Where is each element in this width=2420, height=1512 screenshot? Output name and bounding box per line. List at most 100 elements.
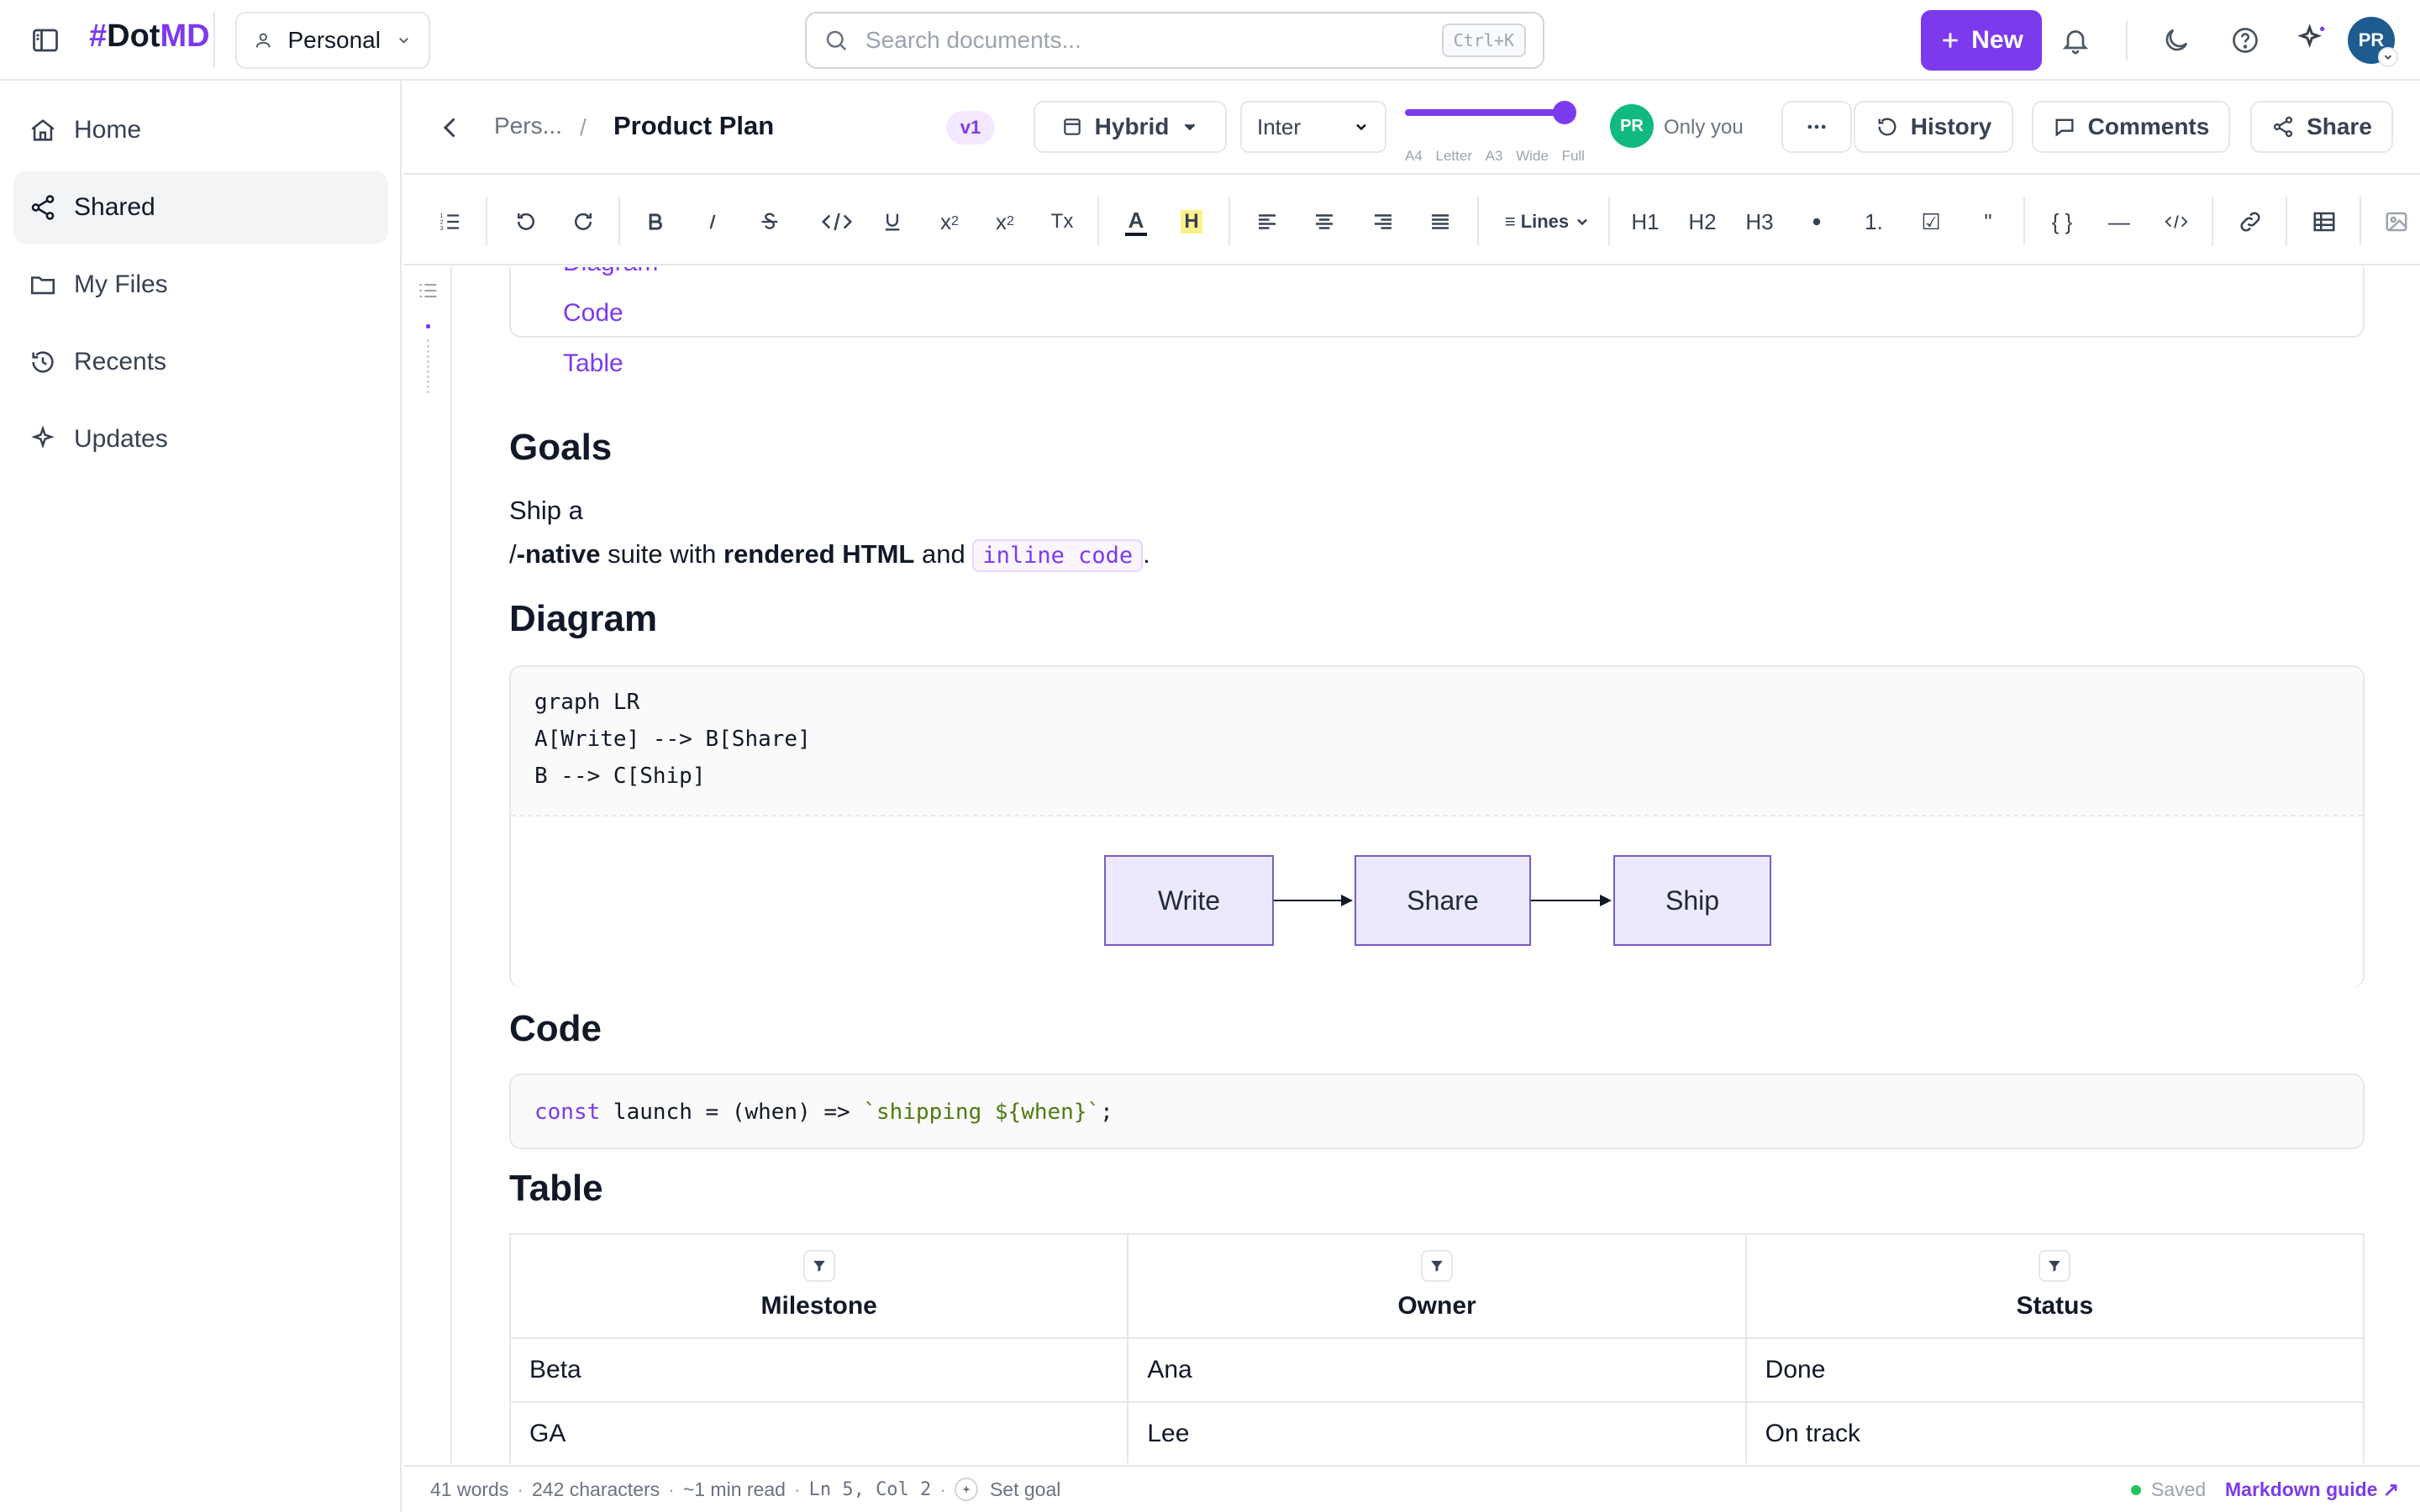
code-block[interactable]: const launch = (when) => `shipping ${whe… (509, 1074, 2365, 1149)
divider-button[interactable]: — (2101, 203, 2138, 240)
strikethrough-icon[interactable] (751, 203, 788, 240)
sidebar-toggle-icon[interactable] (30, 25, 60, 55)
help-icon[interactable] (2230, 25, 2260, 55)
quote-button[interactable]: " (1970, 203, 2007, 240)
new-document-button[interactable]: New (1921, 10, 2042, 71)
target-icon[interactable] (954, 1478, 978, 1501)
superscript-mark: 2 (951, 214, 959, 228)
text-color-button[interactable]: A (1118, 203, 1155, 240)
moon-icon[interactable] (2161, 25, 2191, 55)
diagram-edge-arrow (1531, 895, 1612, 906)
ordered-list-button[interactable]: 1. (1855, 203, 1892, 240)
underline-icon[interactable] (874, 203, 911, 240)
column-header-milestone[interactable]: Milestone (508, 1233, 1129, 1339)
toc-link[interactable]: Diagram (563, 267, 658, 277)
width-label-a4: A4 (1405, 148, 1423, 164)
text-run: / (509, 539, 517, 569)
subscript-mark: 2 (1007, 214, 1014, 228)
breadcrumb-parent[interactable]: Pers... (494, 113, 562, 139)
sidebar-item-home[interactable]: Home (13, 94, 388, 166)
sparkle-icon (31, 425, 55, 449)
editor-canvas[interactable]: Diagram Code Table Goals Ship a /-native… (454, 267, 2420, 1463)
line-spacing-dropdown[interactable]: ≡ Lines (1496, 203, 1600, 240)
toc-link[interactable]: Table (563, 349, 623, 378)
view-mode-dropdown[interactable]: Hybrid (1034, 101, 1227, 153)
image-icon[interactable] (2378, 203, 2415, 240)
table-cell[interactable]: GA (508, 1401, 1129, 1463)
column-header-status[interactable]: Status (1744, 1233, 2365, 1339)
redo-icon[interactable] (565, 203, 602, 240)
align-center-icon[interactable] (1306, 203, 1343, 240)
bold-icon[interactable] (637, 203, 674, 240)
page-width-slider[interactable]: A4 Letter A3 Wide Full (1405, 99, 1585, 164)
undo-icon[interactable] (508, 203, 544, 240)
version-badge[interactable]: v1 (946, 111, 995, 144)
divider (618, 197, 620, 245)
table-cell[interactable]: Lee (1127, 1401, 1747, 1463)
slider-track[interactable] (1405, 109, 1573, 116)
highlight-button[interactable]: H (1173, 203, 1210, 240)
align-left-icon[interactable] (1249, 203, 1286, 240)
toc-link[interactable]: Code (563, 299, 623, 328)
diagram-node-write: Write (1104, 855, 1274, 946)
presence-avatar[interactable]: PR (1610, 104, 1654, 148)
table-cell[interactable]: Ana (1127, 1337, 1747, 1403)
code-text: ; (1100, 1100, 1113, 1125)
share-button[interactable]: Share (2250, 101, 2393, 153)
html-embed-icon[interactable] (2158, 203, 2195, 240)
font-select[interactable]: Inter (1240, 101, 1386, 153)
table-cell[interactable]: Done (1744, 1337, 2365, 1403)
sidebar-item-updates[interactable]: Updates (13, 403, 388, 475)
filter-icon[interactable] (2039, 1250, 2071, 1282)
outline-icon[interactable] (417, 279, 440, 302)
set-goal-button[interactable]: Set goal (990, 1478, 1060, 1501)
heading1-button[interactable]: H1 (1627, 203, 1664, 240)
sidebar-item-label: My Files (74, 270, 168, 298)
table-icon[interactable] (2306, 203, 2343, 240)
ai-sparkle-icon[interactable] (2296, 22, 2326, 52)
column-header-owner[interactable]: Owner (1127, 1233, 1747, 1339)
view-mode-label: Hybrid (1094, 113, 1170, 139)
markdown-guide-link[interactable]: Markdown guide ↗ (2225, 1478, 2399, 1501)
search-input[interactable] (865, 27, 1425, 54)
history-button[interactable]: History (1854, 101, 2013, 153)
sidebar-item-my-files[interactable]: My Files (13, 249, 388, 321)
align-justify-icon[interactable] (1422, 203, 1459, 240)
checklist-button[interactable]: ☑ (1912, 203, 1949, 240)
back-arrow-icon[interactable] (435, 113, 466, 143)
sidebar-item-shared[interactable]: Shared (13, 171, 388, 244)
history-label: History (1910, 113, 1992, 139)
data-table[interactable]: Milestone Owner Status Beta Ana Done GA (508, 1233, 2365, 1463)
saved-label: Saved (2151, 1478, 2207, 1500)
code-block-button[interactable]: { } (2044, 203, 2081, 240)
slider-handle[interactable] (1553, 101, 1576, 124)
table-cell[interactable]: On track (1744, 1401, 2365, 1463)
bell-icon[interactable] (2060, 25, 2091, 55)
workspace-switcher[interactable]: Personal (235, 12, 430, 69)
app-logo[interactable]: #DotMD (89, 18, 210, 55)
mermaid-block[interactable]: graph LR A[Write] --> B[Share] B --> C[S… (509, 665, 2365, 988)
heading2-button[interactable]: H2 (1684, 203, 1721, 240)
comments-button[interactable]: Comments (2032, 101, 2230, 153)
clear-format-button[interactable]: Tx (1044, 203, 1081, 240)
search-bar[interactable]: Ctrl+K (805, 12, 1544, 69)
more-options-button[interactable] (1781, 101, 1852, 153)
inline-code-icon[interactable] (813, 203, 860, 240)
filter-icon[interactable] (802, 1250, 835, 1282)
page-title[interactable]: Product Plan (613, 111, 774, 141)
subscript-button[interactable]: x2 (986, 203, 1023, 240)
table-cell[interactable]: Beta (508, 1337, 1129, 1403)
mermaid-source[interactable]: graph LR A[Write] --> B[Share] B --> C[S… (534, 684, 811, 795)
align-right-icon[interactable] (1365, 203, 1402, 240)
italic-icon[interactable] (694, 203, 731, 240)
filter-icon[interactable] (1421, 1250, 1454, 1282)
link-icon[interactable] (2232, 203, 2269, 240)
sidebar-item-recents[interactable]: Recents (13, 326, 388, 398)
superscript-button[interactable]: x2 (931, 203, 968, 240)
save-status: Saved (2131, 1478, 2206, 1501)
heading3-button[interactable]: H3 (1741, 203, 1778, 240)
toc-toggle-icon[interactable]: 123 (432, 203, 469, 240)
bullet-list-icon[interactable] (1798, 203, 1835, 240)
chevron-down-icon[interactable] (2378, 47, 2398, 67)
new-label: New (1971, 26, 2023, 54)
